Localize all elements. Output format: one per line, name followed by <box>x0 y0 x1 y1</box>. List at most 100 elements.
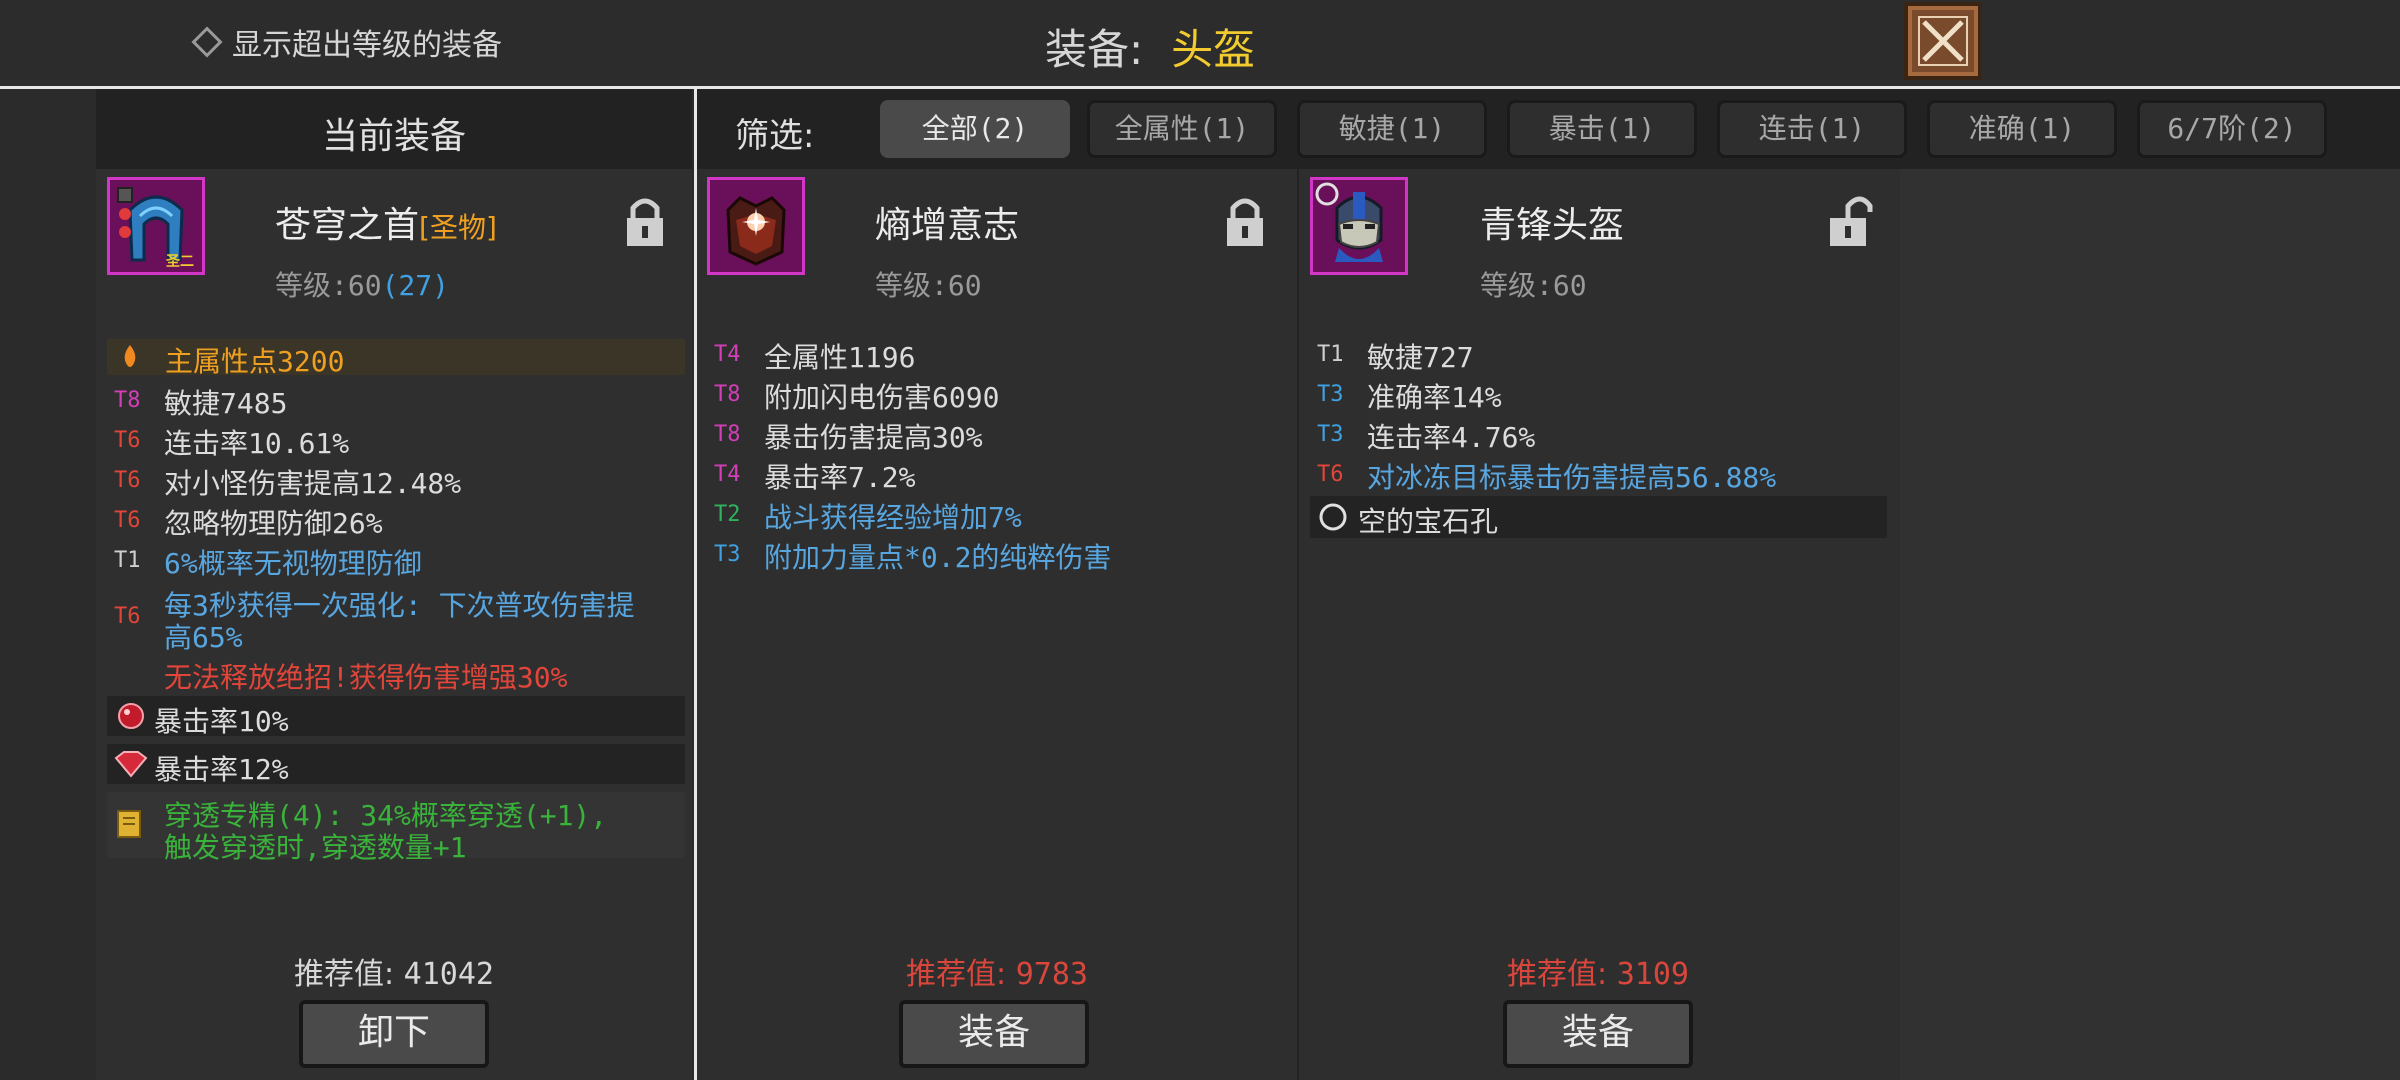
show-over-level-toggle[interactable]: 显示超出等级的装备 <box>191 20 502 64</box>
tier-badge: T4 <box>714 462 741 487</box>
current-equipment-header: 当前装备 <box>96 89 692 169</box>
stat-text: 附加力量点*0.2的纯粹伤害 <box>764 541 1112 574</box>
gem-stat: 暴击率12% <box>154 753 289 786</box>
current-item-name: 苍穹之首[圣物] <box>275 196 497 248</box>
tier-badge: T6 <box>114 508 141 533</box>
candidate-item-level: 等级:60 <box>1480 269 1587 302</box>
column-divider <box>1297 169 1299 1080</box>
empty-socket-label: 空的宝石孔 <box>1358 505 1499 538</box>
red-gem-cut-icon <box>114 751 148 778</box>
scroll-icon <box>117 810 141 838</box>
stat-line: T3 准确率14% <box>1317 376 1502 416</box>
empty-socket-icon <box>1319 503 1347 531</box>
recommend-value: 41042 <box>403 957 494 992</box>
level-extra: (27) <box>381 269 450 302</box>
title-label: 装备: <box>1045 25 1144 74</box>
main-stat: 主属性点3200 <box>165 345 345 378</box>
equip-button[interactable]: 装备 <box>1503 1000 1693 1068</box>
tab-combo[interactable]: 连击(1) <box>1717 100 1907 158</box>
lock-icon[interactable] <box>623 194 667 248</box>
candidate-item-icon[interactable] <box>1310 177 1408 275</box>
recommend-score: 推荐值: 9783 <box>697 949 1297 993</box>
unequip-button[interactable]: 卸下 <box>299 1000 489 1068</box>
current-equipment-title: 当前装备 <box>321 116 466 157</box>
stat-line: T2 战斗获得经验增加7% <box>714 496 1022 536</box>
stat-line-cont: 高65% <box>164 621 243 654</box>
lock-icon[interactable] <box>1223 194 1267 248</box>
candidate-item-level: 等级:60 <box>875 269 982 302</box>
azure-hood-icon: 圣二 <box>110 180 202 272</box>
stat-text: 暴击伤害提高30% <box>764 421 983 454</box>
entropy-helm-icon <box>710 180 802 272</box>
stat-text: 敏捷727 <box>1367 341 1474 374</box>
stat-text: 对小怪伤害提高12.48% <box>164 467 462 500</box>
diamond-checkbox-icon[interactable] <box>191 26 223 58</box>
close-button[interactable] <box>1904 2 1982 80</box>
recommend-value: 3109 <box>1616 957 1689 992</box>
recommend-label: 推荐值: <box>906 957 1007 992</box>
stat-line: T8 附加闪电伤害6090 <box>714 376 999 416</box>
stat-line: 无法释放绝招!获得伤害增强30% <box>164 661 568 694</box>
stat-text: 连击率4.76% <box>1367 421 1536 454</box>
tab-tier-6-7[interactable]: 6/7阶(2) <box>2137 100 2327 158</box>
close-icon <box>1918 16 1968 66</box>
tier-badge: T8 <box>714 382 741 407</box>
tier-badge: T3 <box>1317 382 1344 407</box>
red-gem-round-icon <box>118 703 144 729</box>
stat-text: 敏捷7485 <box>164 387 288 420</box>
tier-badge: T1 <box>1317 342 1344 367</box>
candidate-item-name: 熵增意志 <box>875 205 1020 246</box>
stat-line: T1 敏捷727 <box>1317 336 1474 376</box>
recommend-score: 推荐值: 41042 <box>96 949 692 993</box>
stat-line: T6 忽略物理防御26% <box>114 502 383 542</box>
recommend-label: 推荐值: <box>294 957 395 992</box>
tier-badge: T6 <box>114 428 141 453</box>
tier-badge: T8 <box>114 388 141 413</box>
set-bonus-text: 触发穿透时,穿透数量+1 <box>164 831 467 864</box>
unlock-icon[interactable] <box>1826 190 1874 248</box>
tier-badge: T6 <box>114 468 141 493</box>
stat-line: T3 连击率4.76% <box>1317 416 1535 456</box>
stat-text: 忽略物理防御26% <box>164 507 383 540</box>
svg-text:圣二: 圣二 <box>165 254 194 270</box>
stat-text: 暴击率7.2% <box>764 461 916 494</box>
recommend-value: 9783 <box>1015 957 1088 992</box>
tab-agility[interactable]: 敏捷(1) <box>1297 100 1487 158</box>
stat-line: T4 全属性1196 <box>714 336 915 376</box>
stat-line: T6 对小怪伤害提高12.48% <box>114 462 461 502</box>
candidate-item-name: 青锋头盔 <box>1480 205 1625 246</box>
tab-all-attributes[interactable]: 全属性(1) <box>1087 100 1277 158</box>
stat-text: 连击率10.61% <box>164 427 350 460</box>
stat-line: T4 暴击率7.2% <box>714 456 915 496</box>
flame-icon <box>124 345 136 367</box>
stat-text: 全属性1196 <box>764 341 916 374</box>
stat-text: 对冰冻目标暴击伤害提高56.88% <box>1367 461 1777 494</box>
stat-line: T8 暴击伤害提高30% <box>714 416 983 456</box>
tab-all[interactable]: 全部(2) <box>880 100 1070 158</box>
candidate-item-icon[interactable] <box>707 177 805 275</box>
tier-badge: T8 <box>714 422 741 447</box>
tier-badge: T3 <box>1317 422 1344 447</box>
equip-button[interactable]: 装备 <box>899 1000 1089 1068</box>
show-over-level-label: 显示超出等级的装备 <box>232 28 502 63</box>
tier-badge: T3 <box>714 542 741 567</box>
tier-badge: T6 <box>114 604 141 629</box>
title-slot-name: 头盔 <box>1171 25 1256 74</box>
stat-text: 附加闪电伤害6090 <box>764 381 1000 414</box>
tier-badge: T2 <box>714 502 741 527</box>
tab-accuracy[interactable]: 准确(1) <box>1927 100 2117 158</box>
filter-label: 筛选: <box>735 116 815 156</box>
stat-line: T6 对冰冻目标暴击伤害提高56.88% <box>1317 456 1776 496</box>
empty-column <box>1900 169 2400 1080</box>
stat-line: T3 附加力量点*0.2的纯粹伤害 <box>714 536 1111 576</box>
stat-line: T8 敏捷7485 <box>114 382 287 422</box>
current-item-icon[interactable]: 圣二 <box>107 177 205 275</box>
relic-tag: [圣物] <box>419 211 497 244</box>
tier-badge: T4 <box>714 342 741 367</box>
stat-text: 战斗获得经验增加7% <box>764 501 1022 534</box>
knight-helmet-icon <box>1313 180 1405 272</box>
tab-crit[interactable]: 暴击(1) <box>1507 100 1697 158</box>
page-title: 装备: 头盔 <box>1045 16 1255 77</box>
level-label: 等级:60 <box>275 269 382 302</box>
recommend-label: 推荐值: <box>1507 957 1608 992</box>
